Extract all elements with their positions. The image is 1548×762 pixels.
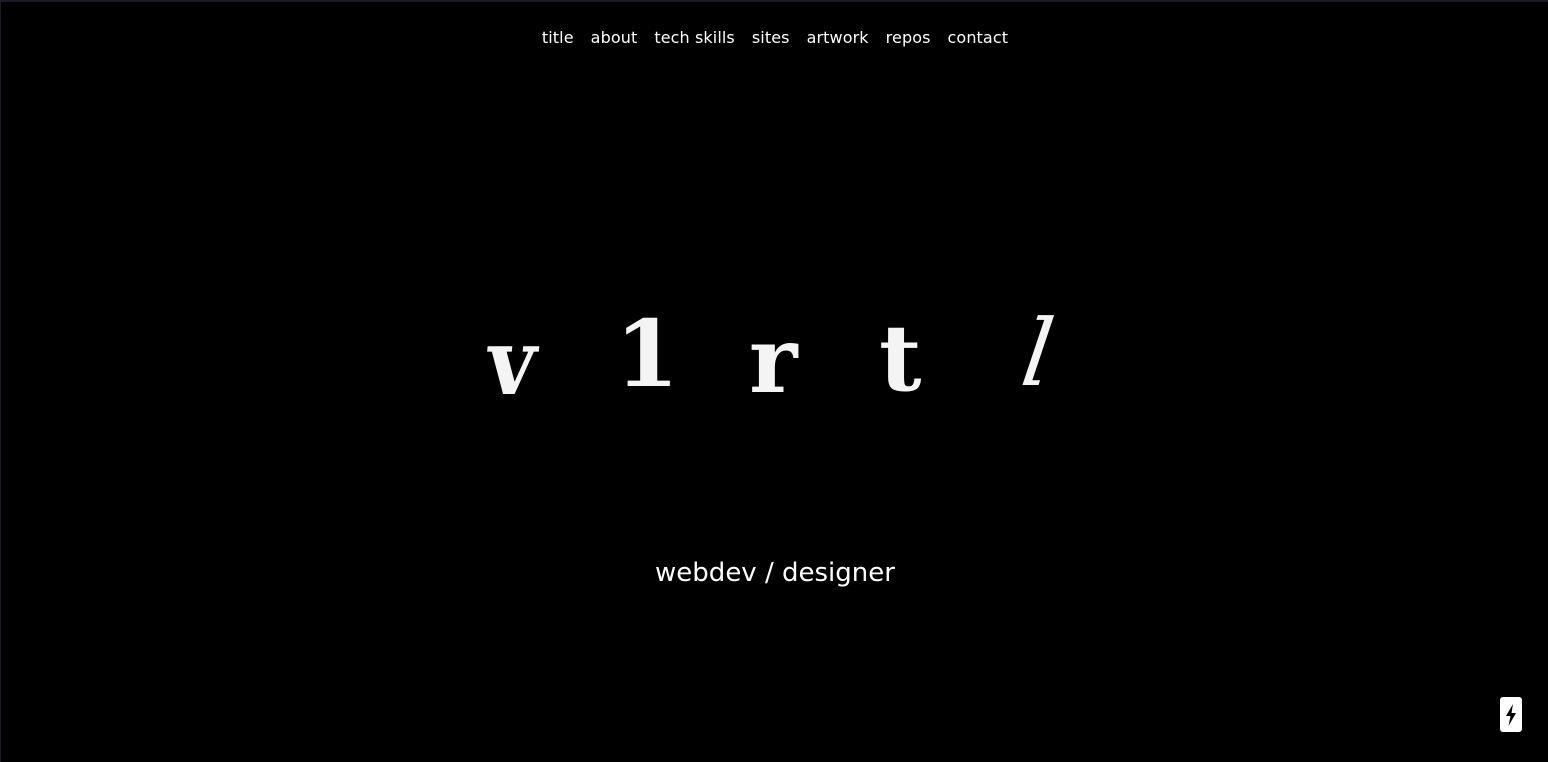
hero-tagline: webdev / designer — [655, 558, 895, 588]
logo-letter: 1 — [615, 300, 680, 408]
nav-link-repos[interactable]: repos — [886, 27, 931, 49]
nav-link-title[interactable]: title — [542, 27, 574, 49]
logo-letter: v — [482, 308, 541, 416]
logo-letter: r — [749, 306, 798, 414]
nav-link-contact[interactable]: contact — [948, 27, 1009, 49]
nav-link-about[interactable]: about — [591, 27, 638, 49]
top-nav: title about tech skills sites artwork re… — [1, 27, 1548, 49]
nav-link-tech-skills[interactable]: tech skills — [654, 27, 735, 49]
logo-letter: t — [879, 304, 922, 412]
nav-link-sites[interactable]: sites — [752, 27, 790, 49]
hero-logo: v 1 r t l — [477, 300, 1077, 422]
lightning-button[interactable] — [1500, 697, 1522, 732]
logo-letter: l — [1015, 300, 1061, 407]
lightning-bolt-icon — [1506, 703, 1516, 726]
nav-link-artwork[interactable]: artwork — [807, 27, 869, 49]
